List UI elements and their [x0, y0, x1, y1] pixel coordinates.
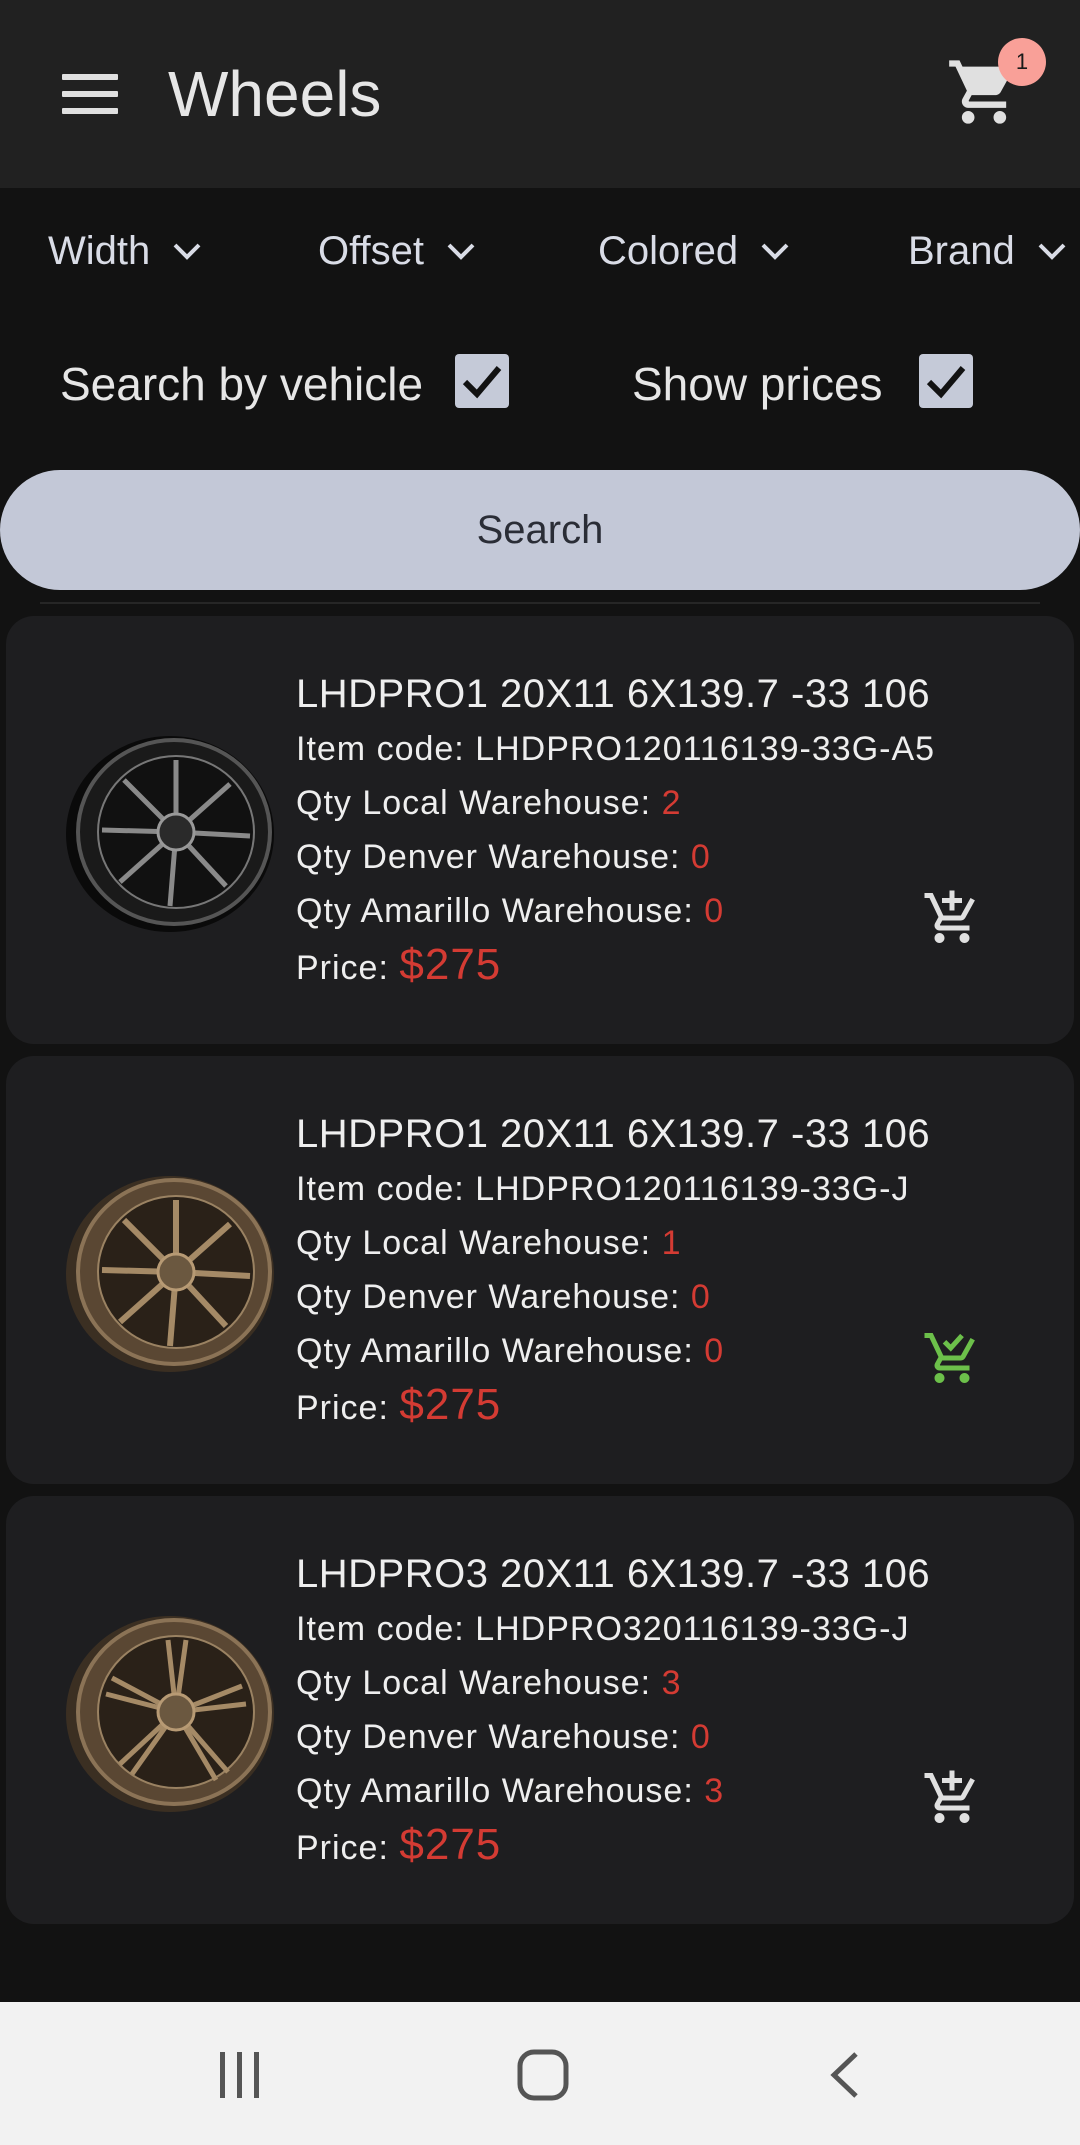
chevron-down-icon [1038, 243, 1066, 260]
colored-filter-dropdown[interactable]: Colored [598, 226, 790, 276]
system-navigation-bar [0, 2002, 1080, 2145]
product-name: LHDPRO3 20X11 6X139.7 -33 106 [296, 1552, 931, 1596]
qty-amarillo-label: Qty Amarillo Warehouse: [296, 1772, 694, 1810]
filter-label: Colored [598, 228, 739, 273]
search-by-vehicle-label: Search by vehicle [60, 358, 424, 410]
add-to-cart-icon[interactable] [922, 888, 982, 948]
qty-amarillo-value: 0 [704, 892, 725, 930]
qty-local-value: 2 [661, 784, 682, 822]
app-bar: Wheels 1 [0, 0, 1080, 188]
cart-count-badge: 1 [998, 38, 1046, 86]
qty-denver-row: Qty Denver Warehouse: 0 [296, 830, 1036, 884]
qty-local-row: Qty Local Warehouse: 2 [296, 776, 1036, 830]
recent-apps-icon[interactable] [216, 2050, 264, 2100]
qty-denver-row: Qty Denver Warehouse: 0 [296, 1270, 1036, 1324]
filter-label: Width [48, 228, 151, 273]
divider [40, 602, 1040, 604]
show-prices-checkbox[interactable] [919, 354, 973, 408]
chevron-down-icon [761, 243, 789, 260]
search-by-vehicle-checkbox[interactable] [455, 354, 509, 408]
qty-local-row: Qty Local Warehouse: 1 [296, 1216, 1036, 1270]
qty-amarillo-value: 3 [704, 1772, 725, 1810]
product-name: LHDPRO1 20X11 6X139.7 -33 106 [296, 1112, 931, 1156]
qty-amarillo-label: Qty Amarillo Warehouse: [296, 1332, 694, 1370]
wheel-image [66, 1616, 274, 1812]
wheel-image [66, 1176, 274, 1372]
add-to-cart-icon[interactable] [922, 1768, 982, 1828]
product-card[interactable]: LHDPRO1 20X11 6X139.7 -33 106 Item code:… [6, 1056, 1074, 1484]
item-code: LHDPRO120116139-33G-J [475, 1170, 910, 1208]
qty-local-row: Qty Local Warehouse: 3 [296, 1656, 1036, 1710]
qty-denver-label: Qty Denver Warehouse: [296, 1278, 681, 1316]
item-code-row: Item code: LHDPRO320116139-33G-J [296, 1602, 1036, 1656]
item-code-label: Item code: [296, 1170, 465, 1208]
filter-bar: Width Offset Colored Brand [0, 188, 1080, 308]
chevron-down-icon [447, 243, 475, 260]
price-value: $275 [399, 1380, 502, 1429]
show-prices-label: Show prices [632, 358, 883, 410]
qty-denver-label: Qty Denver Warehouse: [296, 1718, 681, 1756]
qty-amarillo-value: 0 [704, 1332, 725, 1370]
qty-denver-value: 0 [690, 1278, 711, 1316]
filter-label: Brand [908, 228, 1015, 273]
price-label: Price: [296, 1829, 389, 1867]
price-label: Price: [296, 949, 389, 987]
qty-local-value: 3 [661, 1664, 682, 1702]
qty-denver-row: Qty Denver Warehouse: 0 [296, 1710, 1036, 1764]
qty-amarillo-label: Qty Amarillo Warehouse: [296, 892, 694, 930]
product-card[interactable]: LHDPRO3 20X11 6X139.7 -33 106 Item code:… [6, 1496, 1074, 1924]
qty-local-label: Qty Local Warehouse: [296, 1224, 652, 1262]
item-code-row: Item code: LHDPRO120116139-33G-A5 [296, 722, 1036, 776]
qty-local-label: Qty Local Warehouse: [296, 1664, 652, 1702]
check-icon [926, 366, 966, 399]
product-card[interactable]: LHDPRO1 20X11 6X139.7 -33 106 Item code:… [6, 616, 1074, 1044]
product-name: LHDPRO1 20X11 6X139.7 -33 106 [296, 672, 931, 716]
search-options: Search by vehicle Show prices [0, 340, 1080, 430]
menu-icon[interactable] [52, 62, 128, 126]
qty-local-label: Qty Local Warehouse: [296, 784, 652, 822]
item-code: LHDPRO320116139-33G-J [475, 1610, 910, 1648]
qty-local-value: 1 [661, 1224, 682, 1262]
qty-denver-value: 0 [690, 1718, 711, 1756]
brand-filter-dropdown[interactable]: Brand [908, 226, 1067, 276]
item-code-row: Item code: LHDPRO120116139-33G-J [296, 1162, 1036, 1216]
price-value: $275 [399, 940, 502, 989]
check-icon [462, 366, 502, 399]
offset-filter-dropdown[interactable]: Offset [318, 226, 476, 276]
chevron-down-icon [173, 243, 201, 260]
item-code-label: Item code: [296, 730, 465, 768]
page-title: Wheels [168, 58, 382, 130]
qty-denver-value: 0 [690, 838, 711, 876]
item-code-label: Item code: [296, 1610, 465, 1648]
item-code: LHDPRO120116139-33G-A5 [475, 730, 936, 768]
price-value: $275 [399, 1820, 502, 1869]
filter-label: Offset [318, 228, 424, 273]
qty-denver-label: Qty Denver Warehouse: [296, 838, 681, 876]
added-to-cart-check-icon[interactable] [922, 1328, 982, 1388]
back-icon[interactable] [826, 2050, 862, 2100]
search-button[interactable]: Search [0, 470, 1080, 590]
width-filter-dropdown[interactable]: Width [48, 226, 202, 276]
price-label: Price: [296, 1389, 389, 1427]
home-icon[interactable] [516, 2048, 570, 2102]
wheel-image [66, 736, 274, 932]
